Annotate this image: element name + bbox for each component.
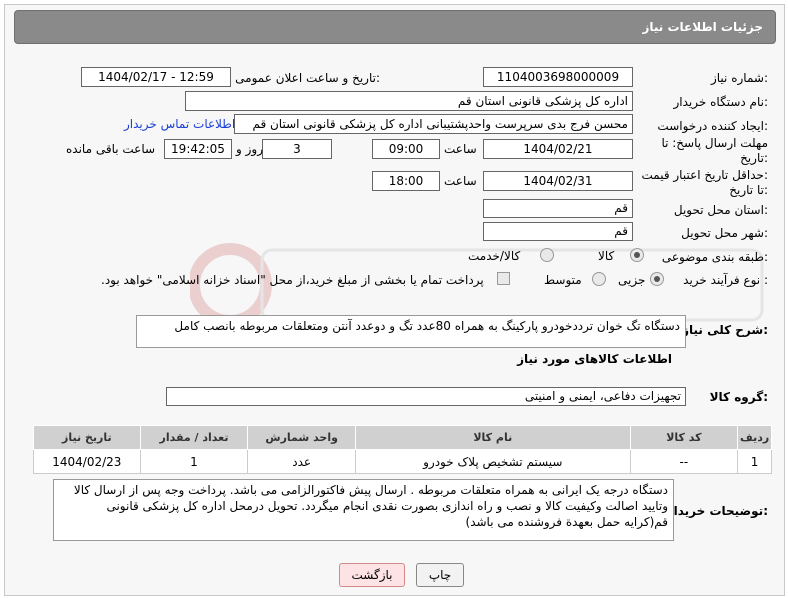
- col-row: ردیف: [737, 425, 772, 450]
- city-field: قم: [483, 222, 633, 241]
- print-button[interactable]: چاپ: [416, 563, 464, 587]
- creator-label: ایجاد کننده درخواست:: [657, 119, 768, 133]
- deadline-time-field: 09:00: [372, 139, 440, 159]
- announce-label: تاریخ و ساعت اعلان عمومی:: [235, 71, 380, 85]
- category-radio-goods[interactable]: [630, 248, 644, 262]
- need-number-field: 1104003698000009: [483, 67, 633, 87]
- validity-date-field: 1404/02/31: [483, 171, 633, 191]
- cell-unit: عدد: [247, 449, 357, 474]
- col-date: تاریخ نیاز: [33, 425, 141, 450]
- goods-group-label: گروه کالا:: [709, 390, 768, 404]
- deadline-label: مهلت ارسال پاسخ: تا: [661, 136, 768, 150]
- buyer-notes-text: دستگاه درجه یک ایرانی به همراه متعلقات م…: [53, 479, 674, 541]
- treasury-checkbox[interactable]: [497, 272, 510, 285]
- description-label: شرح کلی نیاز:: [682, 323, 768, 337]
- goods-group-field: تجهیزات دفاعی، ایمنی و امنیتی: [166, 387, 686, 406]
- description-text: دستگاه تگ خوان ترددخودرو پارکینگ به همرا…: [136, 315, 686, 348]
- back-button[interactable]: بازگشت: [339, 563, 405, 587]
- city-label: شهر محل تحویل:: [681, 226, 768, 240]
- category-radio-goods-service[interactable]: [540, 248, 554, 262]
- validity-time-field: 18:00: [372, 171, 440, 191]
- page-title: جزئیات اطلاعات نیاز: [642, 20, 763, 34]
- category-option-goods-service: کالا/خدمت: [468, 249, 521, 263]
- process-option-medium: متوسط: [544, 273, 582, 287]
- deadline-time-label: ساعت: [444, 142, 477, 156]
- days-label: روز و: [236, 142, 263, 156]
- buyer-label: نام دستگاه خریدار:: [673, 95, 769, 109]
- process-radio-minor[interactable]: [650, 272, 664, 286]
- goods-table: ردیف کد کالا نام کالا واحد شمارش تعداد /…: [33, 425, 772, 474]
- category-option-goods: کالا: [598, 249, 615, 263]
- col-name: نام کالا: [355, 425, 631, 450]
- deadline-date-field: 1404/02/21: [483, 139, 633, 159]
- province-field: قم: [483, 199, 633, 218]
- category-label: طبقه بندی موضوعی:: [661, 250, 768, 264]
- buyer-notes-label: توضیحات خریدار:: [666, 504, 768, 518]
- process-label: نوع فرآیند خرید :: [683, 273, 768, 287]
- col-code: کد کالا: [629, 425, 739, 450]
- cell-row: 1: [737, 449, 772, 474]
- table-header-row: ردیف کد کالا نام کالا واحد شمارش تعداد /…: [33, 425, 772, 450]
- cell-qty: 1: [139, 449, 249, 474]
- process-radio-medium[interactable]: [592, 272, 606, 286]
- goods-section-title: اطلاعات کالاهای مورد نیاز: [517, 352, 672, 366]
- validity-label-2: تا تاریخ:: [729, 183, 768, 197]
- cell-name: سیستم تشخیص پلاک خودرو: [355, 449, 631, 474]
- header-bar: جزئیات اطلاعات نیاز: [14, 10, 776, 44]
- creator-field: محسن فرج بدی سرپرست واحدپشتیبانی اداره ک…: [234, 114, 633, 134]
- col-unit: واحد شمارش: [247, 425, 357, 450]
- province-label: استان محل تحویل:: [673, 203, 768, 217]
- cell-code: --: [629, 449, 739, 474]
- cell-date: 1404/02/23: [33, 449, 141, 474]
- validity-label: حداقل تاریخ اعتبار قیمت:: [641, 168, 768, 182]
- buyer-contact-link[interactable]: اطلاعات تماس خریدار: [124, 117, 235, 131]
- buyer-field: اداره کل پزشکی قانونی استان قم: [185, 91, 633, 111]
- remaining-label: ساعت باقی مانده: [66, 142, 156, 156]
- deadline-days-field: 3: [262, 139, 332, 159]
- remaining-time-field: 19:42:05: [164, 139, 232, 159]
- treasury-note: پرداخت تمام یا بخشی از مبلغ خرید،از محل …: [101, 273, 484, 287]
- deadline-label-2: تاریخ:: [740, 151, 768, 165]
- announce-field: 1404/02/17 - 12:59: [81, 67, 231, 87]
- table-row: 1 -- سیستم تشخیص پلاک خودرو عدد 1 1404/0…: [33, 449, 772, 474]
- process-option-minor: جزیی: [618, 273, 646, 287]
- need-number-label: شماره نیاز:: [710, 71, 768, 85]
- col-qty: تعداد / مقدار: [139, 425, 249, 450]
- validity-time-label: ساعت: [444, 174, 477, 188]
